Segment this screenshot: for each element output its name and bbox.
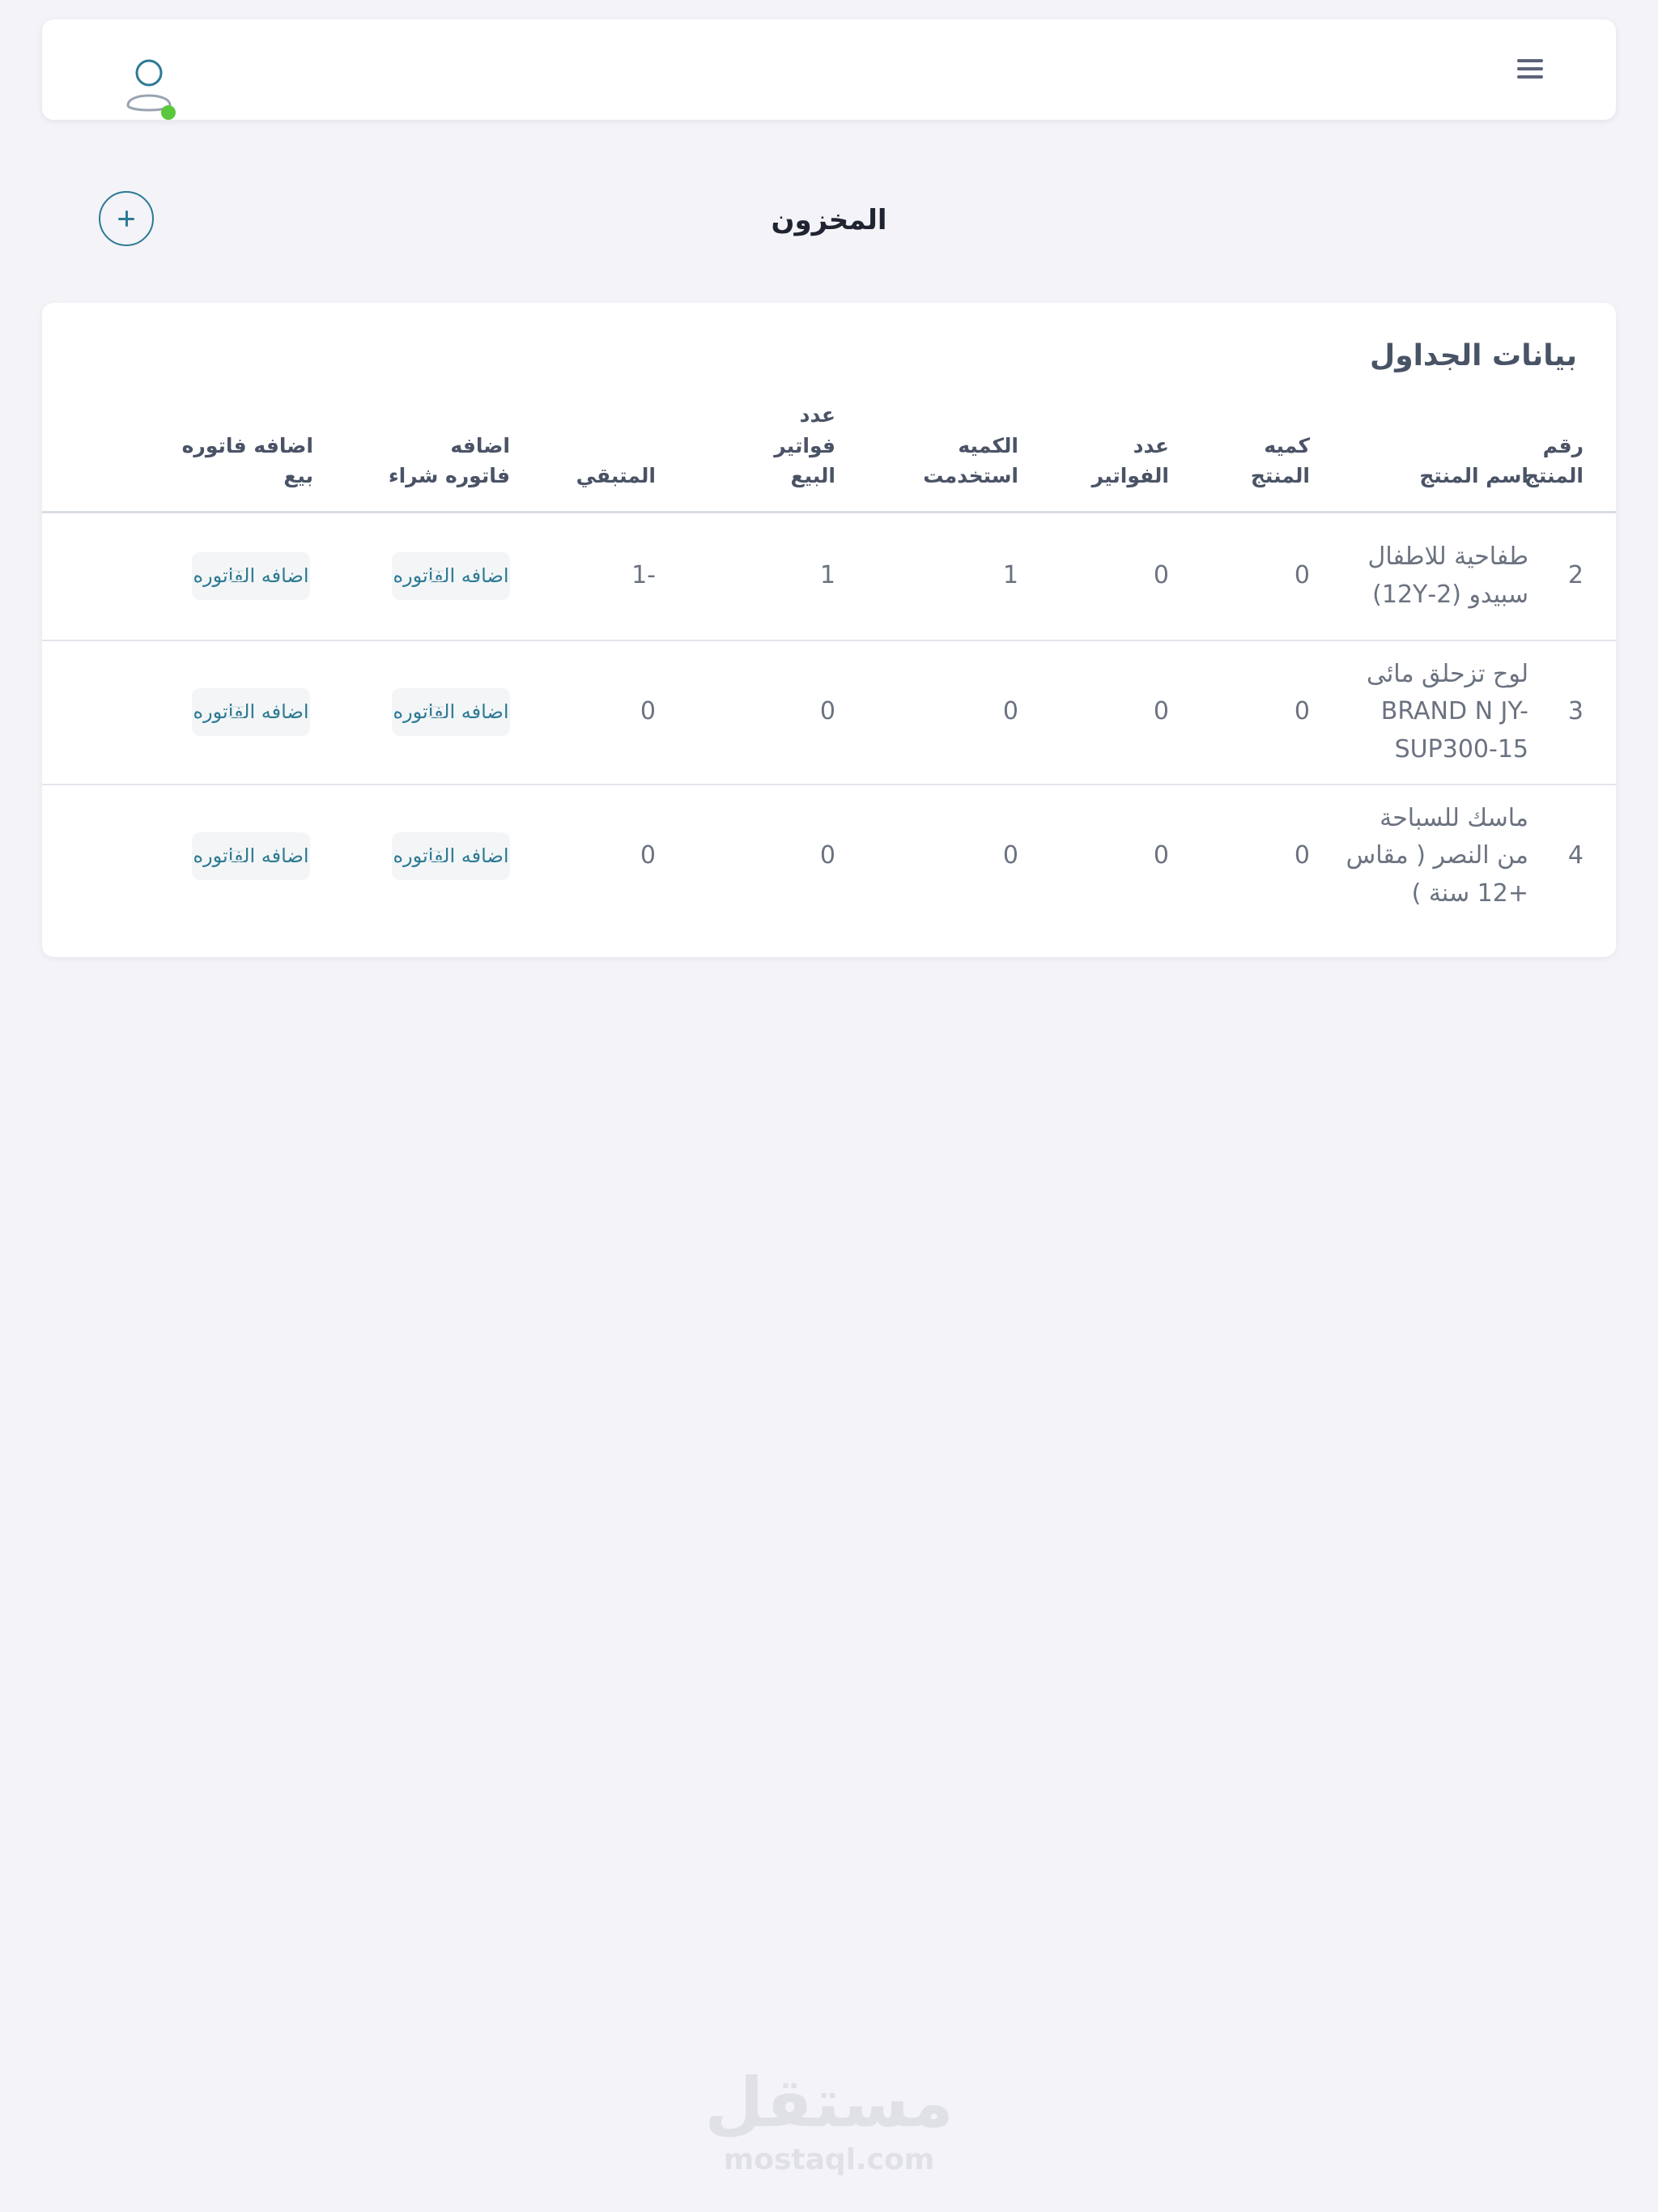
list-lines-icon <box>227 706 244 718</box>
col-header-product-name[interactable]: اسم المنتج <box>1326 400 1545 513</box>
inventory-table: رقم المنتج اسم المنتج كميه المنتج عدد ال… <box>42 400 1616 928</box>
remaining-quantity: 0 <box>526 640 672 785</box>
used-quantity: 0 <box>1002 841 1018 870</box>
invoice-count: 0 <box>1035 640 1185 785</box>
list-lines-icon <box>227 570 244 582</box>
card-title: بيانات الجداول <box>1369 339 1577 372</box>
invoice-count: 0 <box>1153 841 1169 870</box>
add-sale-invoice-button[interactable]: اضافه الفاتوره <box>192 832 310 880</box>
remaining-quantity: -1 <box>526 512 672 641</box>
watermark-arabic: مستقل <box>704 2063 954 2142</box>
used-quantity: 1 <box>852 512 1035 641</box>
product-id: 2 <box>1545 512 1616 641</box>
col-header-add-purchase[interactable]: اضافه فاتوره شراء <box>329 400 526 513</box>
page-title: المخزون <box>771 204 887 236</box>
col-header-remaining[interactable]: المتبقي <box>526 400 672 513</box>
product-name: لوح تزحلق مائى BRAND N JY-SUP300-15 <box>1326 640 1545 785</box>
table-row: 3 لوح تزحلق مائى BRAND N JY-SUP300-15 0 … <box>42 640 1616 785</box>
product-name: طفاحية للاطفال سبيدو (2-12Y) <box>1326 512 1545 641</box>
table-row: 4 ماسك للسباحة من النصر ( مقاس +12 سنة )… <box>42 785 1616 928</box>
add-purchase-invoice-button[interactable]: اضافه الفاتوره <box>392 688 510 736</box>
inventory-table-card: بيانات الجداول رقم المنتج اسم المنتج كمي… <box>42 303 1616 957</box>
add-purchase-invoice-button[interactable]: اضافه الفاتوره <box>392 552 510 600</box>
list-lines-icon <box>427 706 444 718</box>
col-header-add-sale[interactable]: اضافه فاتوره بيع <box>42 400 329 513</box>
product-id: 4 <box>1567 841 1584 870</box>
mostaql-watermark: مستقل mostaql.com <box>0 2069 1658 2176</box>
list-lines-icon <box>427 570 444 582</box>
user-avatar-icon[interactable] <box>123 58 181 120</box>
top-navbar <box>42 19 1616 120</box>
list-lines-icon <box>227 850 244 862</box>
used-quantity: 0 <box>852 640 1035 785</box>
watermark-latin: mostaql.com <box>723 2143 935 2176</box>
product-quantity: 0 <box>1185 512 1326 641</box>
col-header-invoices[interactable]: عدد الفواتير <box>1035 400 1185 513</box>
product-quantity: 0 <box>1185 640 1326 785</box>
col-header-quantity[interactable]: كميه المنتج <box>1185 400 1326 513</box>
add-sale-invoice-button[interactable]: اضافه الفاتوره <box>192 552 310 600</box>
hamburger-menu-icon[interactable] <box>1514 53 1550 87</box>
add-sale-invoice-button[interactable]: اضافه الفاتوره <box>192 688 310 736</box>
add-purchase-invoice-button[interactable]: اضافه الفاتوره <box>392 832 510 880</box>
sale-invoice-count: 0 <box>819 841 835 870</box>
product-id: 3 <box>1545 640 1616 785</box>
invoice-count: 0 <box>1035 512 1185 641</box>
col-header-sale-invoices[interactable]: عدد فواتير البيع <box>672 400 852 513</box>
table-row: 2 طفاحية للاطفال سبيدو (2-12Y) 0 0 1 1 -… <box>42 512 1616 641</box>
product-name: ماسك للسباحة من النصر ( مقاس +12 سنة ) <box>1346 803 1528 908</box>
list-lines-icon <box>427 850 444 862</box>
table-header-row: رقم المنتج اسم المنتج كميه المنتج عدد ال… <box>42 400 1616 513</box>
col-header-used[interactable]: الكميه استخدمت <box>852 400 1035 513</box>
remaining-quantity: 0 <box>640 841 656 870</box>
sale-invoice-count: 0 <box>672 640 852 785</box>
col-header-product-id[interactable]: رقم المنتج <box>1524 400 1616 513</box>
sale-invoice-count: 1 <box>672 512 852 641</box>
product-quantity: 0 <box>1294 841 1310 870</box>
